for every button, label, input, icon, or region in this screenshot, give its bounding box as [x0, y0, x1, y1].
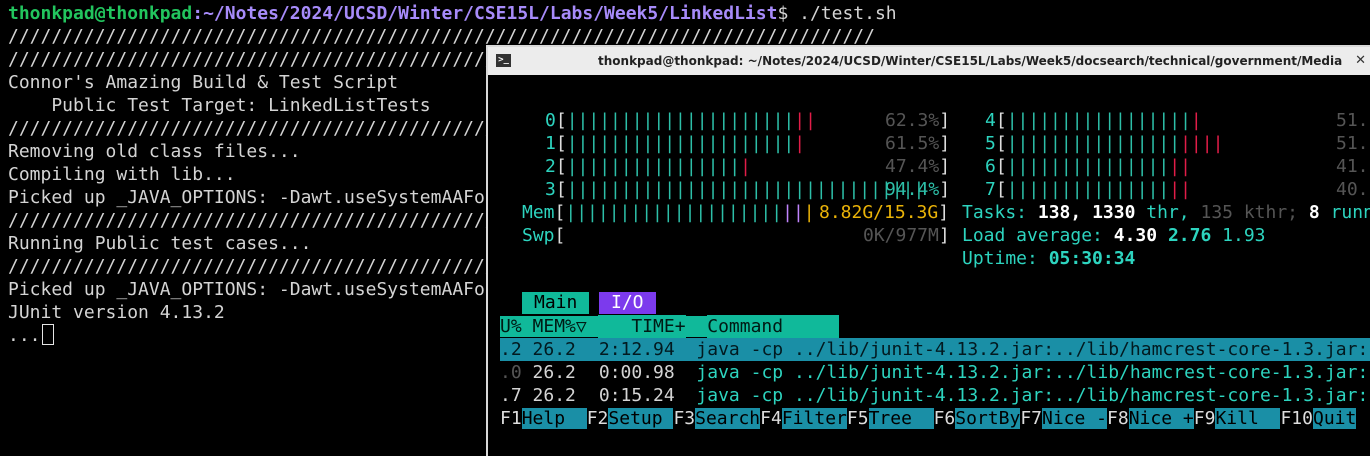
tasks-summary: Tasks: 138, 1330 thr, 135 kthr; 8 runn — [962, 202, 1370, 223]
process-row-selected[interactable]: .2 26.2 2:12.94 java -cp ../lib/junit-4.… — [500, 338, 1370, 361]
cpu-meter-2-pct: 47.4%] — [885, 156, 951, 177]
output-line: JUnit version 4.13.2 — [8, 302, 225, 323]
mem-meter: Mem[||||||||||||||||||||||| — [522, 202, 815, 223]
col-mem[interactable]: MEM%▽ — [532, 316, 587, 337]
f4-filter-button[interactable]: Filter — [781, 408, 847, 429]
window-title: thonkpad@thonkpad: ~/Notes/2024/UCSD/Win… — [598, 54, 1343, 68]
cpu-meter-5-pct: 51. — [1336, 133, 1369, 154]
cpu-meter-0: 0[||||||||||||||||||||||| — [545, 110, 816, 131]
swap-value: 0K/977M] — [863, 225, 950, 246]
cpu-meter-7-pct: 40. — [1336, 179, 1369, 200]
f7-nice-minus-button[interactable]: Nice - — [1042, 408, 1108, 429]
test-progress-dots: ... — [8, 325, 41, 346]
process-row[interactable]: .0 26.2 0:00.98 java -cp ../lib/junit-4.… — [500, 361, 1368, 384]
cpu-meter-0-pct: 62.3%] — [885, 110, 951, 131]
cpu-meter-3: 3[||||||||||||||||||||||||||||||||| — [545, 179, 925, 200]
function-key-bar: F1Help F2Setup F3SearchF4FilterF5Tree F6… — [500, 408, 1357, 429]
f2-setup-button[interactable]: Setup — [608, 408, 674, 429]
f3-search-button[interactable]: Search — [695, 408, 761, 429]
window-titlebar[interactable]: >_ thonkpad@thonkpad: ~/Notes/2024/UCSD/… — [488, 47, 1370, 75]
close-icon[interactable]: ✕ — [1355, 53, 1366, 68]
f8-nice-plus-button[interactable]: Nice + — [1128, 408, 1194, 429]
swap-meter: Swp[ — [522, 225, 566, 246]
output-line: Compiling with lib... — [8, 164, 236, 185]
output-line: Public Test Target: LinkedListTests — [8, 95, 431, 116]
cpu-meter-4: 4[|||||||||||||||||| — [985, 110, 1202, 131]
cpu-meter-6: 6[||||||||||||||||| — [985, 156, 1191, 177]
process-column-header: U% MEM%▽ TIME+ Command — [500, 315, 840, 338]
cpu-meter-4-pct: 51. — [1336, 110, 1369, 131]
tab-main[interactable]: Main — [522, 292, 590, 314]
prompt-path: :~/Notes/2024/UCSD/Winter/CSE15L/Labs/We… — [192, 3, 778, 24]
process-row[interactable]: .7 26.2 0:15.24 java -cp ../lib/junit-4.… — [500, 384, 1368, 407]
f9-kill-button[interactable]: Kill — [1215, 408, 1281, 429]
col-command[interactable]: Command — [707, 315, 840, 338]
f1-help-button[interactable]: Help — [521, 408, 587, 429]
terminal-icon: >_ — [496, 54, 511, 67]
output-line-progress: ... — [8, 324, 54, 347]
cpu-meter-1-pct: 61.5%] — [885, 133, 951, 154]
f5-tree-button[interactable]: Tree — [868, 408, 934, 429]
output-line: Connor's Amazing Build & Test Script — [8, 72, 399, 93]
shell-prompt: thonkpad@thonkpad:~/Notes/2024/UCSD/Wint… — [8, 2, 897, 25]
cpu-meter-5: 5[|||||||||||||||||||| — [985, 133, 1224, 154]
cpu-meter-7: 7[||||||||||||||||| — [985, 179, 1191, 200]
cpu-meter-1: 1[|||||||||||||||||||||| — [545, 133, 806, 154]
cpu-meter-2: 2[||||||||||||||||| — [545, 156, 751, 177]
tab-io[interactable]: I/O — [599, 292, 656, 314]
col-cpu[interactable]: U% — [500, 316, 522, 337]
mem-value: 8.82G/15.3G] — [819, 202, 950, 223]
prompt-command: $ ./test.sh — [777, 3, 897, 24]
f6-sortby-button[interactable]: SortBy — [955, 408, 1021, 429]
cpu-meter-3-pct: 94.4%] — [885, 179, 951, 200]
prompt-user: thonkpad@thonkpad — [8, 3, 193, 24]
output-line: Running Public test cases... — [8, 233, 312, 254]
text-cursor — [41, 324, 54, 345]
load-average: Load average: 4.30 2.76 1.93 — [962, 225, 1266, 246]
htop-window[interactable]: >_ thonkpad@thonkpad: ~/Notes/2024/UCSD/… — [486, 45, 1370, 456]
uptime: Uptime: 05:30:34 — [962, 248, 1136, 269]
cpu-meter-6-pct: 41. — [1336, 156, 1369, 177]
f10-quit-button[interactable]: Quit — [1312, 408, 1357, 429]
col-time[interactable]: TIME+ — [597, 315, 686, 338]
output-line: Removing old class files... — [8, 141, 301, 162]
